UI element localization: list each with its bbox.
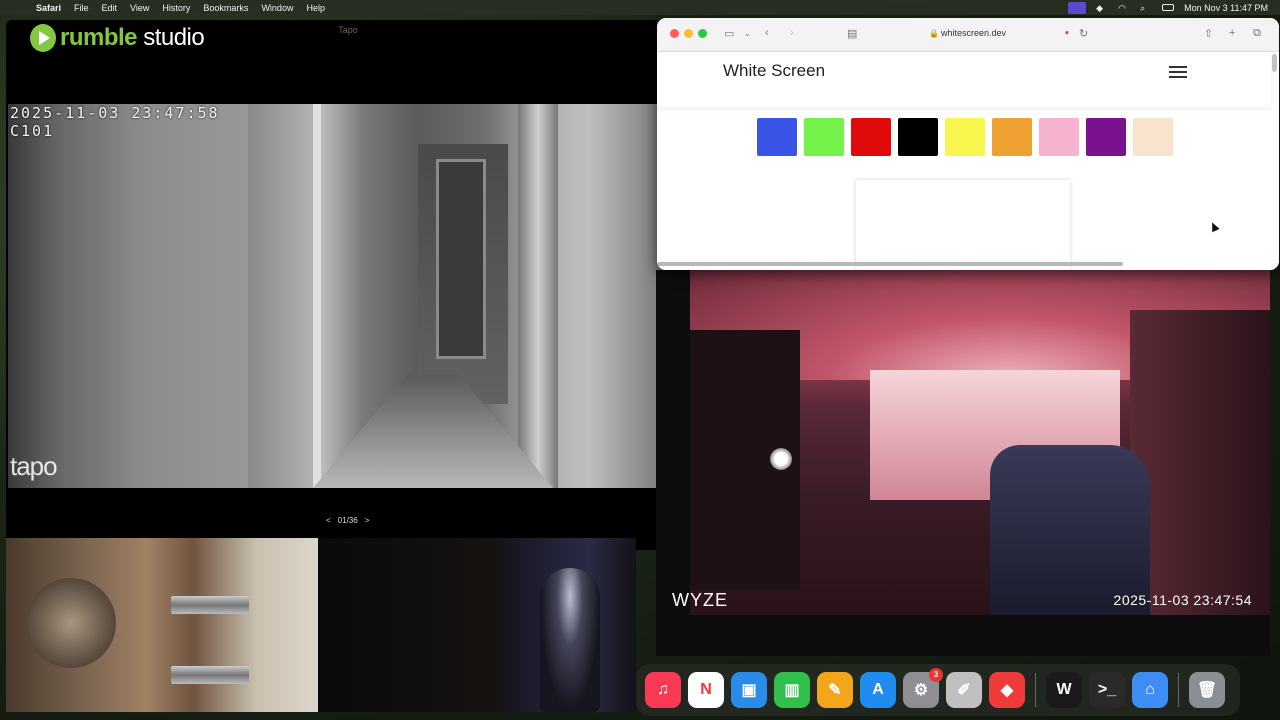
sidebar-toggle-icon[interactable]: ▭ — [724, 27, 734, 40]
wyze-timestamp: 2025-11-03 23:47:54 — [1113, 592, 1252, 608]
menu-history[interactable]: History — [162, 3, 190, 13]
share-icon[interactable]: ⇧ — [1204, 27, 1213, 40]
white-screen-preview[interactable] — [856, 180, 1070, 270]
swatch-orange[interactable] — [992, 118, 1032, 156]
camera-thumbnail-door-hinge[interactable] — [6, 538, 318, 712]
zoom-window-icon[interactable] — [698, 29, 707, 38]
dock-home-icon[interactable]: ⌂ — [1132, 672, 1168, 708]
reload-icon[interactable]: ↻ — [1079, 27, 1088, 40]
search-icon[interactable]: ⌕ — [1140, 3, 1152, 13]
new-tab-icon[interactable]: + — [1229, 27, 1235, 39]
tapo-timestamp-text: 2025-11-03 23:47:58 — [10, 104, 220, 122]
safari-toolbar: ▭ ⌄ ‹ › ▤ 🔒 whitescreen.dev ▪ ↻ ⇧ + ⧉ — [657, 18, 1279, 52]
forward-button-icon[interactable]: › — [790, 27, 794, 39]
swatch-purple[interactable] — [1086, 118, 1126, 156]
site-header: White Screen — [657, 52, 1271, 107]
extension-icon[interactable]: ▪ — [1065, 27, 1069, 39]
web-page: White Screen — [657, 52, 1279, 270]
pager-label: 01/36 — [337, 516, 358, 525]
camera-thumbnail-dark-room[interactable] — [318, 538, 636, 712]
pager-next-button[interactable]: > — [365, 516, 370, 525]
address-bar[interactable]: 🔒 whitescreen.dev — [929, 28, 1006, 38]
wyze-window: WYZE 2025-11-03 23:47:54 — [656, 270, 1270, 656]
menu-edit[interactable]: Edit — [102, 3, 118, 13]
menu-window[interactable]: Window — [261, 3, 293, 13]
screen-share-icon[interactable] — [1068, 1, 1087, 14]
wyze-camera-feed[interactable] — [690, 270, 1270, 615]
url-text: whitescreen.dev — [940, 28, 1007, 38]
menu-app-name[interactable]: Safari — [36, 3, 61, 13]
hamburger-menu-icon[interactable] — [1169, 66, 1187, 78]
mouse-cursor-icon — [1208, 220, 1220, 233]
minimize-window-icon[interactable] — [684, 29, 693, 38]
menu-view[interactable]: View — [130, 3, 149, 13]
close-window-icon[interactable] — [670, 29, 679, 38]
tapo-watermark: tapo — [10, 451, 58, 481]
pager-prev-button[interactable]: < — [326, 516, 331, 525]
dock-terminal-icon[interactable]: >_ — [1089, 672, 1125, 708]
wifi-icon[interactable]: ◠ — [1118, 3, 1130, 13]
audio-output-icon[interactable]: ◆ — [1096, 3, 1108, 13]
chevron-down-icon[interactable]: ⌄ — [744, 29, 751, 38]
menu-bookmarks[interactable]: Bookmarks — [203, 3, 248, 13]
rumble-brand: rumble — [60, 24, 138, 51]
show-tabs-icon[interactable]: ⧉ — [1253, 27, 1261, 40]
vertical-scrollbar[interactable] — [1272, 54, 1277, 72]
rumble-studio-logo: rumble studio — [30, 24, 205, 52]
dock-app-store-icon[interactable]: A — [860, 672, 896, 708]
menu-clock[interactable]: Mon Nov 3 11:47 PM — [1184, 3, 1268, 13]
swatch-red[interactable] — [851, 118, 891, 156]
dock-anydesk-icon[interactable]: ◆ — [989, 672, 1025, 708]
notification-badge: 3 — [929, 668, 943, 682]
menu-bar: Safari File Edit View History Bookmarks … — [0, 0, 1280, 15]
tab-overview-icon[interactable]: ▤ — [847, 27, 857, 40]
dock-wsa-icon[interactable]: W — [1046, 672, 1082, 708]
dock: ♫ N ▣ ▥ ✎ A ⚙ 3 ✐ ◆ W >_ ⌂ 🗑 — [636, 664, 1240, 716]
studio-brand: studio — [143, 24, 205, 51]
dock-news-icon[interactable]: N — [688, 672, 724, 708]
swatch-yellow[interactable] — [945, 118, 985, 156]
swatch-beige[interactable] — [1133, 118, 1173, 156]
dock-script-editor-icon[interactable]: ✐ — [946, 672, 982, 708]
dock-separator — [1035, 673, 1036, 707]
camera-pager: < 01/36 > — [326, 516, 369, 525]
wyze-logo: WYZE — [672, 590, 728, 610]
dock-music-icon[interactable]: ♫ — [645, 672, 681, 708]
horizontal-scrollbar[interactable] — [657, 262, 1123, 266]
swatch-pink[interactable] — [1039, 118, 1079, 156]
site-title[interactable]: White Screen — [723, 61, 825, 81]
swatch-blue[interactable] — [757, 118, 797, 156]
dock-separator — [1178, 673, 1179, 707]
back-button-icon[interactable]: ‹ — [765, 27, 769, 39]
menu-help[interactable]: Help — [306, 3, 325, 13]
dock-system-settings-icon[interactable]: ⚙ 3 — [903, 668, 943, 708]
tapo-camera-feed[interactable]: 2025-11-03 23:47:58 C101 tapo — [8, 104, 690, 488]
dock-numbers-icon[interactable]: ▥ — [774, 672, 810, 708]
safari-window: ▭ ⌄ ‹ › ▤ 🔒 whitescreen.dev ▪ ↻ ⇧ + ⧉ Whi… — [657, 18, 1279, 270]
desktop: Safari File Edit View History Bookmarks … — [0, 0, 1280, 720]
swatch-black[interactable] — [898, 118, 938, 156]
dock-keynote-icon[interactable]: ▣ — [731, 672, 767, 708]
dock-pages-icon[interactable]: ✎ — [817, 672, 853, 708]
tapo-window: Tapo rumble studio 2025-11-03 23:47:58 C… — [6, 20, 690, 550]
battery-icon[interactable] — [1162, 4, 1175, 11]
lock-icon: 🔒 — [929, 29, 939, 38]
tapo-camera-timestamp: 2025-11-03 23:47:58 C101 — [10, 104, 220, 140]
rumble-play-icon — [30, 24, 56, 52]
swatch-green[interactable] — [804, 118, 844, 156]
color-swatch-row — [757, 118, 1173, 156]
dock-trash-icon[interactable]: 🗑 — [1189, 672, 1225, 708]
menu-file[interactable]: File — [74, 3, 89, 13]
tapo-camera-id: C101 — [10, 122, 55, 140]
